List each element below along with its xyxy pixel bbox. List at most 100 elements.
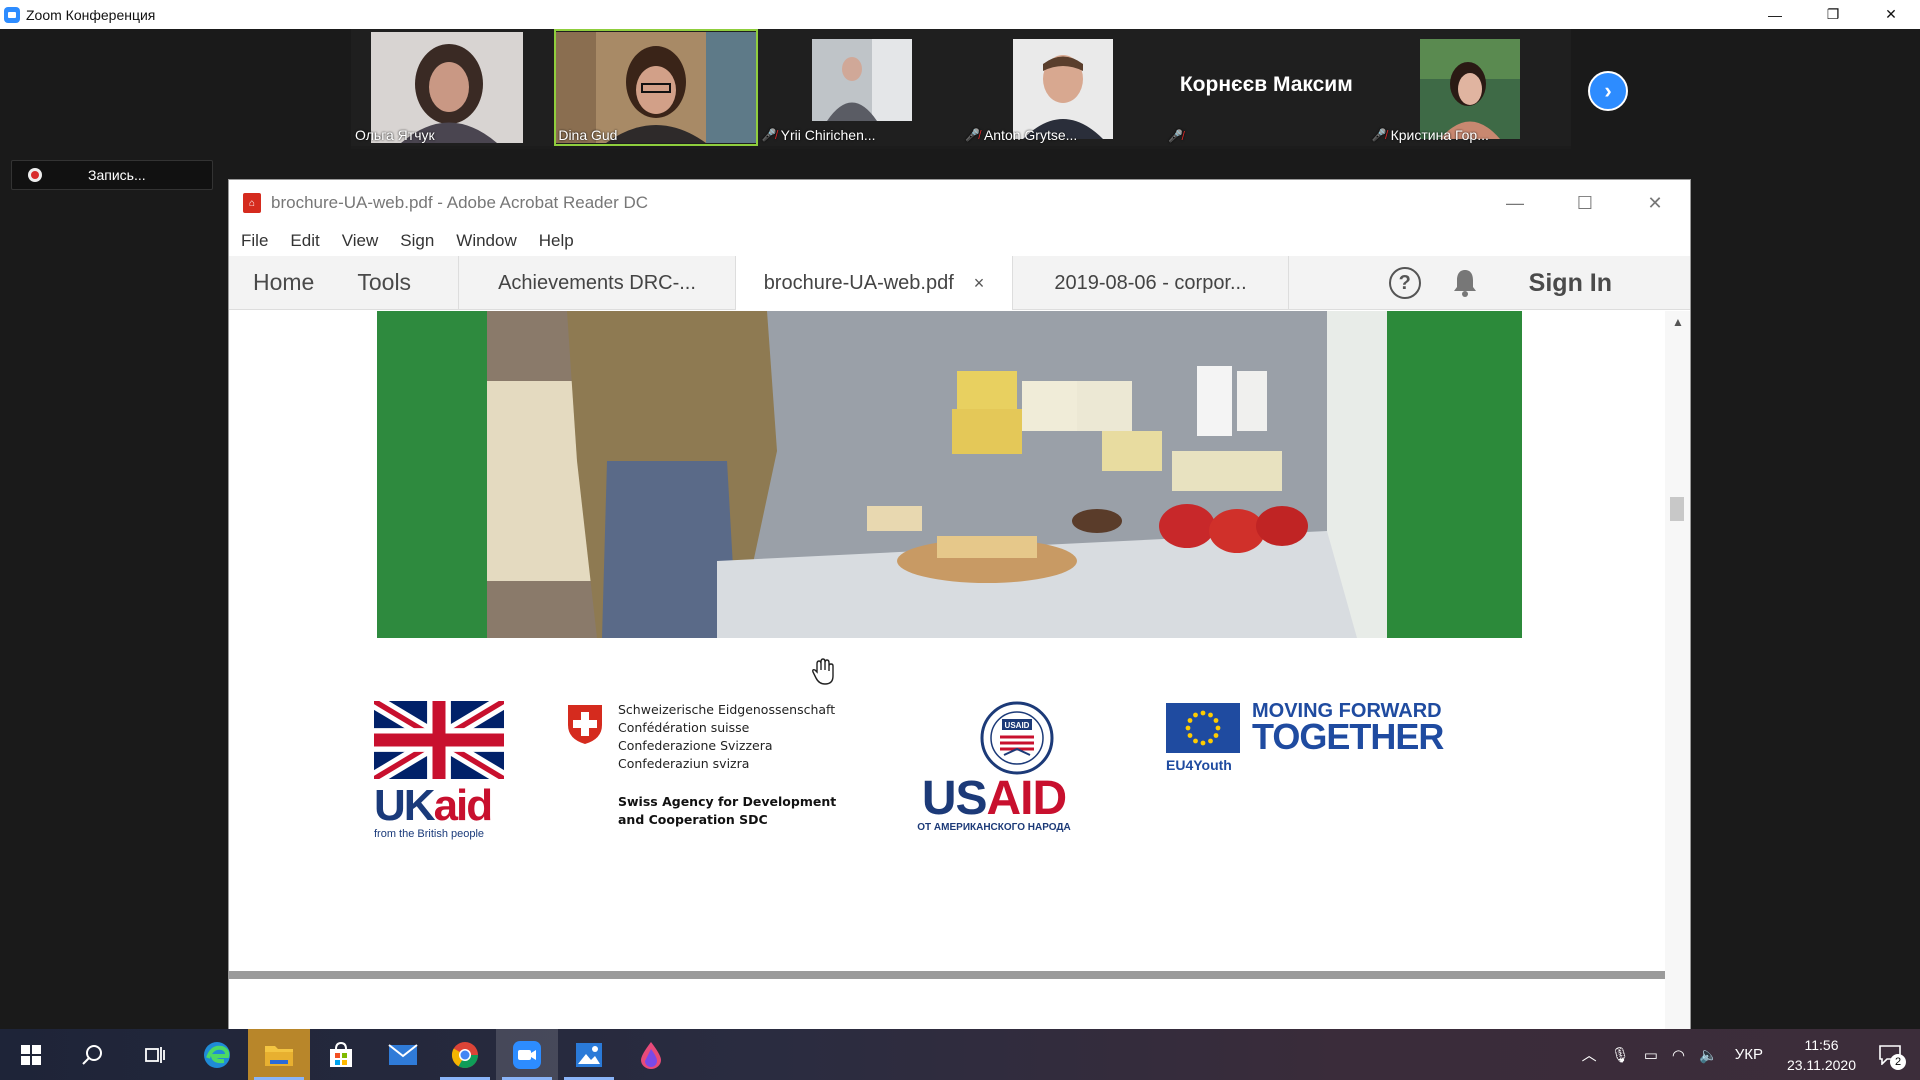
- next-participants-button[interactable]: ›: [1588, 71, 1628, 111]
- battery-icon[interactable]: ▭: [1644, 1046, 1658, 1064]
- taskbar: ︿ 🎙 ▭ ◠ 🔈 УКР 11:56 23.11.2020 2: [0, 1029, 1920, 1080]
- wifi-icon[interactable]: ◠: [1672, 1046, 1685, 1064]
- task-view-button[interactable]: [124, 1029, 186, 1080]
- restore-button[interactable]: ❐: [1804, 0, 1862, 29]
- clock-date: 23.11.2020: [1786, 1056, 1856, 1073]
- chevron-up-icon[interactable]: ︿: [1582, 1044, 1597, 1065]
- mic-muted-icon: 🎤̸: [964, 128, 980, 142]
- zoom-window-controls: — ❐ ✕: [1746, 0, 1920, 29]
- edge-icon: [204, 1041, 230, 1068]
- language-indicator[interactable]: УКР: [1735, 1046, 1763, 1063]
- taskbar-zoom[interactable]: [496, 1029, 558, 1080]
- tab-tools[interactable]: Tools: [357, 269, 411, 296]
- maximize-button[interactable]: ☐: [1550, 180, 1620, 226]
- zoom-app-icon: [4, 6, 20, 23]
- document-tab[interactable]: 2019-08-06 - corpor...: [1012, 256, 1289, 310]
- microphone-icon[interactable]: 🎙: [1611, 1046, 1630, 1064]
- clock-time: 11:56: [1804, 1036, 1839, 1053]
- zoom-meeting-area: Ольга Ятчук Dina Gud 🎤̸ Yrii Chirichen...: [0, 29, 1920, 1059]
- taskbar-photos[interactable]: [558, 1029, 620, 1080]
- taskbar-store[interactable]: [310, 1029, 372, 1080]
- document-tab[interactable]: Achievements DRC-...: [458, 256, 735, 310]
- help-icon[interactable]: ?: [1388, 267, 1421, 299]
- start-button[interactable]: [0, 1029, 62, 1080]
- bell-icon[interactable]: [1451, 268, 1479, 298]
- participant-status: 🎤̸: [1168, 129, 1183, 143]
- participant-tile[interactable]: Ольга Ятчук: [351, 29, 555, 146]
- participant-tile[interactable]: 🎤̸ Anton Grytse...: [960, 29, 1165, 146]
- eu-flag-icon: [1166, 703, 1240, 753]
- close-button[interactable]: ✕: [1620, 180, 1690, 226]
- participant-tile-no-video[interactable]: Корнєєв Максим 🎤̸: [1164, 29, 1368, 146]
- chrome-icon: [451, 1041, 479, 1068]
- close-button[interactable]: ✕: [1862, 0, 1920, 29]
- minimize-button[interactable]: —: [1746, 0, 1804, 29]
- brochure-photo: [377, 311, 1522, 638]
- zoom-window-title: Zoom Конференция: [26, 6, 156, 23]
- swiss-shield-icon: [568, 705, 602, 744]
- taskbar-edge[interactable]: [186, 1029, 248, 1080]
- sign-in-button[interactable]: Sign In: [1529, 269, 1612, 298]
- page-separator: [229, 971, 1666, 979]
- system-tray: ︿ 🎙 ▭ ◠ 🔈 УКР 11:56 23.11.2020 2: [1575, 1029, 1920, 1080]
- swiss-sdc-logo: Schweizerische Eidgenossenschaft Confédé…: [566, 701, 886, 851]
- menu-view[interactable]: View: [342, 231, 379, 251]
- participant-name: Dina Gud: [558, 127, 618, 143]
- participant-name: 🎤̸ Anton Grytse...: [964, 127, 1078, 143]
- participant-tile[interactable]: 🎤̸ Yrii Chirichen...: [757, 29, 961, 146]
- usaid-seal-icon: USAID: [980, 701, 1053, 775]
- acrobat-window: ⌂ brochure-UA-web.pdf - Adobe Acrobat Re…: [228, 179, 1691, 1059]
- menu-file[interactable]: File: [241, 231, 268, 251]
- participant-tile[interactable]: 🎤̸ Кристина Гор...: [1367, 29, 1571, 146]
- taskbar-mail[interactable]: [372, 1029, 434, 1080]
- ukaid-logo: UKaid from the British people: [370, 694, 514, 851]
- clock[interactable]: 11:56 23.11.2020: [1787, 1035, 1856, 1075]
- acrobat-toolbar-right: ? Sign In: [1388, 256, 1690, 310]
- task-view-icon: [145, 1046, 165, 1063]
- participant-name: Ольга Ятчук: [355, 127, 435, 143]
- document-viewport[interactable]: UKaid from the British people Schweizeri…: [229, 311, 1666, 1059]
- vertical-scrollbar[interactable]: ▲ ▼: [1665, 311, 1690, 1057]
- menu-window[interactable]: Window: [456, 231, 516, 251]
- tab-home[interactable]: Home: [253, 269, 314, 296]
- mic-muted-icon: 🎤̸: [761, 128, 777, 142]
- volume-icon[interactable]: 🔈: [1699, 1046, 1718, 1064]
- acrobat-window-controls: — ☐ ✕: [1480, 180, 1690, 226]
- zoom-titlebar: Zoom Конференция — ❐ ✕: [0, 0, 1920, 29]
- recording-indicator[interactable]: Запись...: [11, 160, 213, 190]
- photos-icon: [576, 1042, 602, 1067]
- union-jack-icon: [370, 694, 508, 786]
- taskbar-paint-app[interactable]: [620, 1029, 682, 1080]
- scroll-up-icon[interactable]: ▲: [1672, 315, 1684, 329]
- scroll-thumb[interactable]: [1670, 497, 1684, 521]
- participant-video: [1419, 39, 1520, 139]
- minimize-button[interactable]: —: [1480, 180, 1550, 226]
- paint-drop-icon: [641, 1041, 661, 1069]
- menu-sign[interactable]: Sign: [400, 231, 434, 251]
- search-button[interactable]: [62, 1029, 124, 1080]
- store-icon: [330, 1041, 352, 1067]
- taskbar-file-explorer[interactable]: [248, 1029, 310, 1080]
- menu-edit[interactable]: Edit: [290, 231, 319, 251]
- windows-icon: [21, 1044, 41, 1065]
- notification-count: 2: [1890, 1054, 1906, 1070]
- eu4youth-logo: MOVING FORWARD TOGETHER EU4Youth: [1166, 700, 1444, 773]
- acrobat-app-icon: ⌂: [243, 193, 261, 213]
- document-tab-active[interactable]: brochure-UA-web.pdf ×: [735, 256, 1012, 310]
- folder-icon: [265, 1045, 293, 1066]
- acrobat-window-title: brochure-UA-web.pdf - Adobe Acrobat Read…: [271, 193, 649, 212]
- svg-text:USAID: USAID: [1004, 721, 1029, 730]
- mail-icon: [388, 1043, 418, 1065]
- participant-tile-active-speaker[interactable]: Dina Gud: [554, 29, 758, 146]
- notifications-button[interactable]: 2: [1870, 1029, 1910, 1080]
- hand-cursor-icon: [811, 658, 837, 691]
- record-icon: [28, 168, 42, 182]
- menu-help[interactable]: Help: [539, 231, 574, 251]
- acrobat-titlebar: ⌂ brochure-UA-web.pdf - Adobe Acrobat Re…: [229, 180, 1690, 226]
- close-tab-icon[interactable]: ×: [974, 273, 985, 294]
- recording-label: Запись...: [88, 167, 146, 183]
- mic-muted-icon: 🎤̸: [1168, 129, 1184, 143]
- usaid-logo: USAID USAID ОТ АМЕРИКАНСКОГО НАРОДА: [909, 701, 1079, 851]
- taskbar-chrome[interactable]: [434, 1029, 496, 1080]
- mic-muted-icon: 🎤̸: [1371, 128, 1387, 142]
